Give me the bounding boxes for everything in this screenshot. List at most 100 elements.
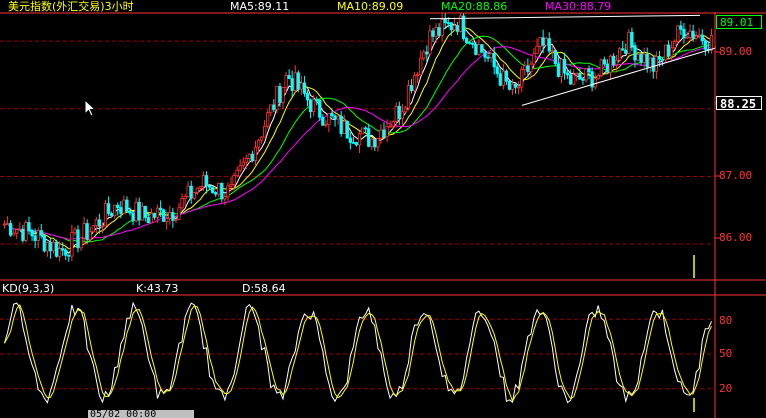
candle-body xyxy=(449,22,453,31)
candle-body xyxy=(9,223,13,236)
candle-body xyxy=(532,53,536,65)
candle-body xyxy=(24,222,28,241)
candle-body xyxy=(263,125,267,138)
candle-body xyxy=(688,30,692,38)
candle-body xyxy=(235,169,239,176)
candle-body xyxy=(483,51,487,58)
kd-d-value: D:58.64 xyxy=(242,282,286,295)
candle-body xyxy=(513,83,518,88)
candle-body xyxy=(140,205,144,221)
candle-body xyxy=(214,192,218,195)
candle-body xyxy=(48,242,53,252)
candle-body xyxy=(312,99,316,113)
candle-body xyxy=(608,55,613,73)
candle-body xyxy=(700,34,704,42)
candle-body xyxy=(189,185,193,199)
candle-body xyxy=(82,223,86,239)
kd-level-20: 20 xyxy=(719,382,733,395)
candle-body xyxy=(627,31,631,54)
candle-body xyxy=(119,207,123,214)
candle-body xyxy=(168,212,172,220)
ma5-legend: MA5:89.11 xyxy=(230,0,290,13)
candle-body xyxy=(348,137,352,143)
candle-body xyxy=(471,43,475,45)
candle-body xyxy=(382,129,386,138)
candle-body xyxy=(229,183,233,187)
candle-body xyxy=(526,65,530,72)
candle-body xyxy=(679,25,683,30)
candle-body xyxy=(480,44,484,53)
candle-body xyxy=(676,25,680,43)
candle-body xyxy=(529,63,533,72)
ma20-legend: MA20:88.86 xyxy=(441,0,508,13)
candle-body xyxy=(162,209,166,222)
candle-body xyxy=(468,42,472,44)
candle-body xyxy=(128,211,132,214)
candle-body xyxy=(455,25,460,32)
candle-body xyxy=(174,218,178,221)
candle-body xyxy=(198,186,203,189)
candle-body xyxy=(510,83,515,90)
candle-body xyxy=(611,55,616,66)
candle-body xyxy=(379,129,383,139)
candle-body xyxy=(45,242,49,252)
candle-body xyxy=(691,30,695,39)
candle-body xyxy=(113,204,117,217)
candle-body xyxy=(97,219,102,227)
candle-body xyxy=(654,55,659,72)
candle-body xyxy=(422,51,426,59)
candle-body xyxy=(223,196,227,200)
price-label-87: 87.00 xyxy=(719,169,753,182)
candle-body xyxy=(562,58,567,74)
candle-body xyxy=(437,27,441,36)
chart-canvas[interactable] xyxy=(0,0,766,418)
chart-title: 美元指数(外汇交易)3小时 xyxy=(8,0,134,13)
candle-body xyxy=(220,182,224,200)
candle-body xyxy=(630,31,634,47)
candle-body xyxy=(501,70,505,86)
candle-body xyxy=(492,53,496,68)
candle-body xyxy=(155,207,160,218)
candle-body xyxy=(67,254,71,257)
candle-body xyxy=(15,229,19,234)
candle-body xyxy=(149,212,154,224)
candle-body xyxy=(477,44,481,55)
candle-body xyxy=(639,54,643,63)
candle-body xyxy=(256,139,261,148)
candle-body xyxy=(39,230,43,236)
candle-body xyxy=(581,78,585,81)
candle-body xyxy=(131,212,135,222)
candle-body xyxy=(211,186,215,193)
candle-body xyxy=(290,78,294,91)
candle-body xyxy=(247,153,251,159)
candle-body xyxy=(584,68,588,81)
kd-level-80: 80 xyxy=(719,314,733,327)
candle-body xyxy=(621,48,625,51)
candle-body xyxy=(376,137,380,148)
candle-body xyxy=(339,115,343,134)
kd-indicator-lines xyxy=(4,301,712,404)
candle-body xyxy=(434,27,438,37)
candle-body xyxy=(330,113,334,117)
candle-body xyxy=(250,153,255,161)
candle-body xyxy=(12,232,16,236)
candle-body xyxy=(673,41,677,49)
candle-body xyxy=(106,203,111,214)
candle-body xyxy=(507,80,512,90)
candle-body xyxy=(183,195,187,199)
price-label-86: 86.00 xyxy=(719,231,753,244)
candle-body xyxy=(238,165,242,171)
candle-body xyxy=(541,37,545,46)
candle-body xyxy=(116,204,120,209)
candle-body xyxy=(651,57,655,72)
candle-body xyxy=(520,69,524,88)
candle-body xyxy=(36,230,40,241)
candle-body xyxy=(614,59,619,66)
candle-body xyxy=(284,75,288,88)
mouse-pointer-icon xyxy=(84,99,97,117)
candle-body xyxy=(103,203,108,227)
kd-level-50: 50 xyxy=(719,347,733,360)
candle-body xyxy=(709,34,714,51)
candle-body xyxy=(618,48,622,61)
candle-body xyxy=(489,53,493,59)
